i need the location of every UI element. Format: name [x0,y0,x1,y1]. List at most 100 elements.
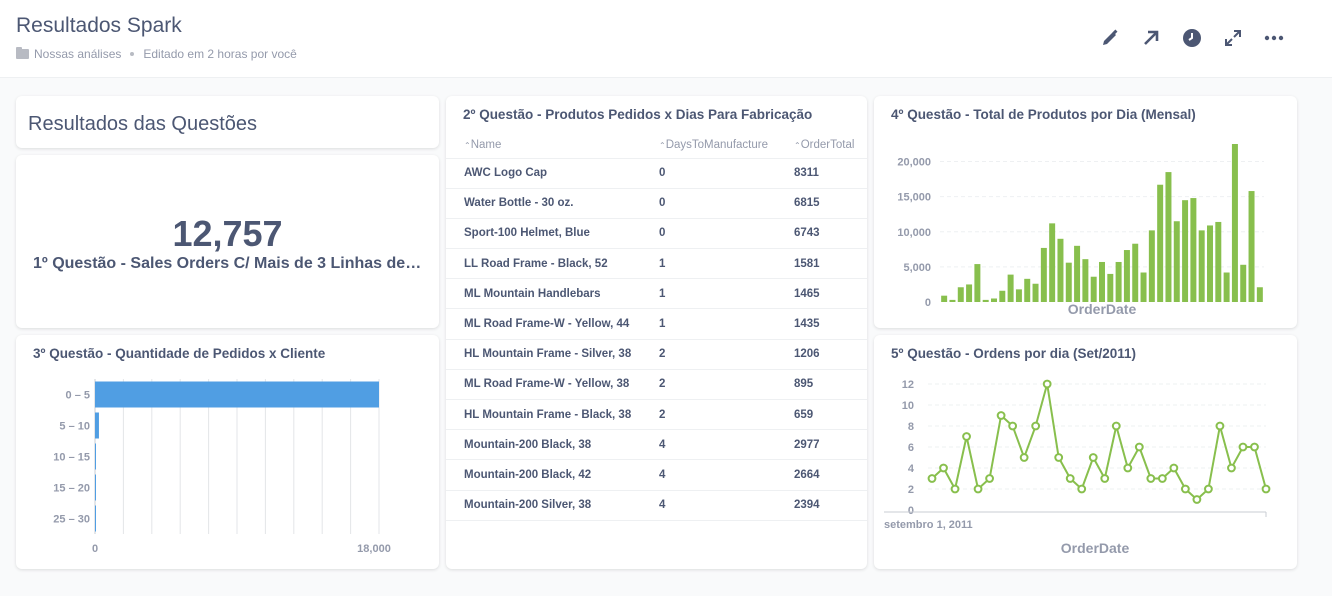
y-tick-label: 12 [902,379,914,391]
bar [1049,223,1056,302]
more-icon[interactable] [1262,26,1286,50]
data-point [1054,453,1064,462]
y-tick-label: 8 [908,421,914,433]
bar [1140,272,1147,302]
pencil-icon[interactable] [1098,26,1122,50]
cell-name[interactable]: Water Bottle - 30 oz. [446,188,641,219]
data-point [1261,484,1271,494]
cell-days[interactable]: 4 [641,490,776,521]
q4-chart-card[interactable]: 4º Questão - Total de Produtos por Dia (… [874,96,1297,328]
dashboard-title[interactable]: Resultados Spark [16,14,182,38]
cell-name[interactable]: ML Road Frame-W - Yellow, 44 [446,308,641,340]
bar [1082,259,1089,302]
column-header-name[interactable]: ⌃Name [446,132,641,159]
header-toolbar [1098,26,1303,50]
data-point [927,474,937,483]
cell-name[interactable]: HL Mountain Frame - Black, 38 [446,399,641,431]
cell-ordertotal[interactable]: 2394 [776,490,867,521]
cell-ordertotal[interactable]: 8311 [776,158,867,189]
q1-scalar-card[interactable]: 12,757 1º Questão - Sales Orders C/ Mais… [16,155,439,328]
bar [95,474,96,501]
cell-name[interactable]: ML Road Frame-W - Yellow, 38 [446,369,641,401]
cell-name[interactable]: Sport-100 Helmet, Blue [446,218,641,250]
table-row[interactable]: ML Road Frame-W - Yellow, 38 2 895 [446,369,867,401]
clock-icon[interactable] [1180,26,1204,50]
cell-days[interactable]: 1 [641,248,776,280]
cell-ordertotal[interactable]: 1465 [776,278,867,310]
cell-days[interactable]: 0 [641,158,776,189]
q5-chart-card[interactable]: 5º Questão - Ordens por dia (Set/2011) 0… [874,335,1297,569]
bar [95,381,379,408]
fullscreen-icon[interactable] [1221,26,1245,50]
table-row[interactable]: AWC Logo Cap 0 8311 [446,158,867,189]
share-arrow-icon[interactable] [1139,26,1163,50]
scalar-label[interactable]: 1º Questão - Sales Orders C/ Mais de 3 L… [16,255,439,273]
cell-name[interactable]: Mountain-200 Black, 38 [446,429,641,461]
cell-ordertotal[interactable]: 2664 [776,459,867,491]
bar [1240,264,1247,302]
table-row[interactable]: ML Road Frame-W - Yellow, 44 1 1435 [446,308,867,340]
cell-days[interactable]: 0 [641,218,776,250]
bar [957,287,964,302]
cell-days[interactable]: 1 [641,308,776,340]
cell-days[interactable]: 2 [641,339,776,370]
table-row[interactable]: HL Mountain Frame - Silver, 38 2 1206 [446,339,867,370]
category-label: 25 – 30 [53,514,90,526]
bar [941,295,948,302]
data-point [1146,474,1156,483]
data-point [1192,495,1202,504]
data-point [1123,463,1133,473]
q2-table-card[interactable]: 2º Questão - Produtos Pedidos x Dias Par… [446,96,867,569]
cell-name[interactable]: ML Mountain Handlebars [446,278,641,310]
table-row[interactable]: Mountain-200 Silver, 38 4 2394 [446,490,867,521]
y-tick-label: 4 [908,463,915,475]
cell-days[interactable]: 0 [641,188,776,219]
cell-name[interactable]: Mountain-200 Black, 42 [446,459,641,491]
table-row[interactable]: Mountain-200 Black, 42 4 2664 [446,459,867,491]
table-row[interactable]: LL Road Frame - Black, 52 1 1581 [446,248,867,280]
data-point [1215,421,1225,431]
cell-name[interactable]: LL Road Frame - Black, 52 [446,248,641,280]
scalar-value: 12,757 [172,213,283,254]
table-row[interactable]: Mountain-200 Black, 38 4 2977 [446,429,867,461]
y-tick-label: 2 [908,484,914,496]
table-row[interactable]: Sport-100 Helmet, Blue 0 6743 [446,218,867,250]
table-header-row: ⌃Name ⌃DaysToManufacture ⌃OrderTotal [446,132,867,159]
data-point [1204,484,1213,494]
collection-link[interactable]: Nossas análises [34,47,121,61]
cell-ordertotal[interactable]: 1435 [776,308,867,340]
cell-days[interactable]: 2 [641,369,776,401]
cell-ordertotal[interactable]: 2977 [776,429,867,461]
cell-ordertotal[interactable]: 895 [776,369,867,401]
bar [1157,184,1164,302]
cell-days[interactable]: 1 [641,278,776,310]
cell-days[interactable]: 2 [641,399,776,431]
data-point [1088,453,1098,462]
cell-name[interactable]: Mountain-200 Silver, 38 [446,490,641,521]
bar [1057,238,1064,302]
bar [999,290,1006,302]
q2-title[interactable]: 2º Questão - Produtos Pedidos x Dias Par… [463,107,812,122]
cell-days[interactable]: 4 [641,459,776,491]
bar [1090,276,1097,302]
column-header-ordertotal[interactable]: ⌃OrderTotal [776,132,867,159]
table-row[interactable]: HL Mountain Frame - Black, 38 2 659 [446,399,867,431]
cell-ordertotal[interactable]: 6743 [776,218,867,250]
cell-ordertotal[interactable]: 1206 [776,339,867,370]
y-tick-label: 10,000 [897,227,931,239]
data-point [1100,474,1110,483]
bar [1115,261,1122,302]
cell-ordertotal[interactable]: 1581 [776,248,867,280]
cell-ordertotal[interactable]: 6815 [776,188,867,219]
cell-name[interactable]: AWC Logo Cap [446,158,641,189]
bar [1231,144,1238,302]
last-edited-info[interactable]: Editado em 2 horas por você [143,47,296,61]
table-row[interactable]: ML Mountain Handlebars 1 1465 [446,278,867,310]
cell-days[interactable]: 4 [641,429,776,461]
column-header-days[interactable]: ⌃DaysToManufacture [641,132,776,159]
y-tick-label: 15,000 [897,192,931,204]
table-row[interactable]: Water Bottle - 30 oz. 0 6815 [446,188,867,219]
cell-name[interactable]: HL Mountain Frame - Silver, 38 [446,339,641,370]
q3-chart-card[interactable]: 3º Questão - Quantidade de Pedidos x Cli… [16,335,439,569]
cell-ordertotal[interactable]: 659 [776,399,867,431]
